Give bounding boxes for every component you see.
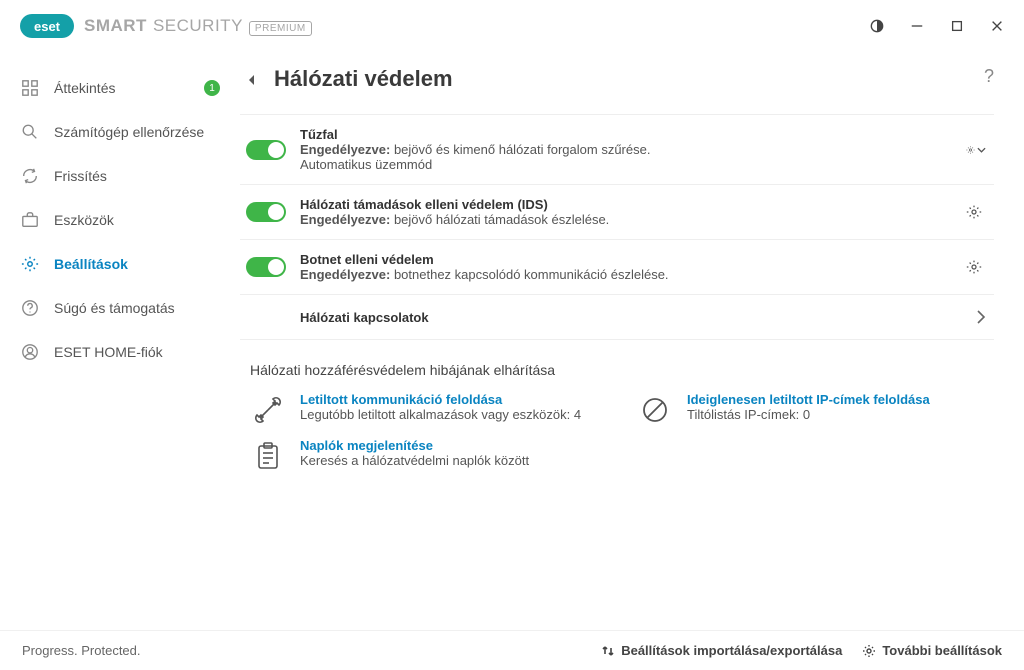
- sidebar-item-label: Frissítés: [54, 168, 107, 184]
- brand-text: SMART SECURITY PREMIUM: [84, 16, 312, 36]
- sidebar-item-label: Beállítások: [54, 256, 128, 272]
- ts-title: Naplók megjelenítése: [300, 438, 529, 453]
- window-controls: [868, 17, 1014, 35]
- chevron-right-icon: [976, 309, 986, 325]
- row-firewall: Tűzfal Engedélyezve: bejövő és kimenő há…: [240, 115, 994, 185]
- ts-unblock-comm[interactable]: Letiltott kommunikáció feloldása Legutób…: [250, 392, 607, 428]
- brand: eset SMART SECURITY PREMIUM: [20, 14, 312, 38]
- row-sub: Engedélyezve: bejövő hálózati támadások …: [300, 212, 966, 227]
- ts-sub: Keresés a hálózatvédelmi naplók között: [300, 453, 529, 468]
- overview-badge: 1: [204, 80, 220, 96]
- user-icon: [20, 342, 40, 362]
- ts-title: Ideiglenesen letiltott IP-címek feloldás…: [687, 392, 930, 407]
- footer-action-label: További beállítások: [882, 643, 1002, 658]
- sidebar-item-label: Súgó és támogatás: [54, 300, 175, 316]
- close-button[interactable]: [988, 17, 1006, 35]
- sidebar-item-help[interactable]: Súgó és támogatás: [0, 286, 240, 330]
- footer-tagline: Progress. Protected.: [22, 643, 141, 658]
- briefcase-icon: [20, 210, 40, 230]
- minimize-button[interactable]: [908, 17, 926, 35]
- row-sub: Engedélyezve: bejövő és kimenő hálózati …: [300, 142, 966, 157]
- contrast-icon[interactable]: [868, 17, 886, 35]
- ts-sub: Tiltólistás IP-címek: 0: [687, 407, 930, 422]
- eset-logo: eset: [20, 14, 74, 38]
- footer-advanced-settings[interactable]: További beállítások: [862, 643, 1002, 658]
- row-gear-ids[interactable]: [966, 204, 986, 220]
- sidebar-item-overview[interactable]: Áttekintés 1: [0, 66, 240, 110]
- ts-sub: Legutóbb letiltott alkalmazások vagy esz…: [300, 407, 581, 422]
- ts-unblock-ip[interactable]: Ideiglenesen letiltott IP-címek feloldás…: [637, 392, 994, 428]
- toggle-botnet[interactable]: [246, 257, 286, 277]
- row-title: Hálózati támadások elleni védelem (IDS): [300, 197, 966, 212]
- row-title: Botnet elleni védelem: [300, 252, 966, 267]
- toggle-firewall[interactable]: [246, 140, 286, 160]
- chevron-down-icon: [977, 142, 986, 158]
- link-row-label: Hálózati kapcsolatok: [300, 310, 976, 325]
- block-icon: [637, 392, 673, 428]
- sidebar-item-tools[interactable]: Eszközök: [0, 198, 240, 242]
- footer-import-export[interactable]: Beállítások importálása/exportálása: [601, 643, 842, 658]
- help-button[interactable]: ?: [984, 66, 994, 87]
- page-title: Hálózati védelem: [274, 66, 453, 92]
- sidebar-item-label: ESET HOME-fiók: [54, 344, 163, 360]
- svg-text:eset: eset: [34, 19, 61, 34]
- clipboard-icon: [250, 438, 286, 474]
- premium-badge: PREMIUM: [249, 21, 312, 36]
- titlebar: eset SMART SECURITY PREMIUM: [0, 0, 1024, 52]
- row-sub: Engedélyezve: botnethez kapcsolódó kommu…: [300, 267, 966, 282]
- row-gear-firewall[interactable]: [966, 142, 986, 158]
- row-botnet: Botnet elleni védelem Engedélyezve: botn…: [240, 240, 994, 295]
- footer-action-label: Beállítások importálása/exportálása: [621, 643, 842, 658]
- row-mode: Automatikus üzemmód: [300, 157, 966, 172]
- help-icon: [20, 298, 40, 318]
- wrench-icon: [250, 392, 286, 428]
- sidebar-item-label: Áttekintés: [54, 80, 115, 96]
- sidebar-item-update[interactable]: Frissítés: [0, 154, 240, 198]
- ts-title: Letiltott kommunikáció feloldása: [300, 392, 581, 407]
- back-arrow-icon[interactable]: [246, 73, 258, 85]
- row-title: Tűzfal: [300, 127, 966, 142]
- row-network-connections[interactable]: Hálózati kapcsolatok: [240, 295, 994, 339]
- troubleshoot-title: Hálózati hozzáférésvédelem hibájának elh…: [250, 362, 994, 378]
- maximize-button[interactable]: [948, 17, 966, 35]
- refresh-icon: [20, 166, 40, 186]
- toggle-ids[interactable]: [246, 202, 286, 222]
- gear-icon: [20, 254, 40, 274]
- overview-icon: [20, 78, 40, 98]
- search-icon: [20, 122, 40, 142]
- brand-word-2: SECURITY: [153, 16, 243, 36]
- row-ids: Hálózati támadások elleni védelem (IDS) …: [240, 185, 994, 240]
- footer: Progress. Protected. Beállítások importá…: [0, 630, 1024, 670]
- brand-word-1: SMART: [84, 16, 147, 36]
- gear-icon: [862, 644, 876, 658]
- sidebar-item-label: Számítógép ellenőrzése: [54, 124, 204, 140]
- sidebar: Áttekintés 1 Számítógép ellenőrzése Fris…: [0, 52, 240, 630]
- sidebar-item-scan[interactable]: Számítógép ellenőrzése: [0, 110, 240, 154]
- sidebar-item-settings[interactable]: Beállítások: [0, 242, 240, 286]
- import-export-icon: [601, 644, 615, 658]
- troubleshoot-grid: Letiltott kommunikáció feloldása Legutób…: [240, 392, 994, 474]
- ts-show-logs[interactable]: Naplók megjelenítése Keresés a hálózatvé…: [250, 438, 607, 474]
- row-gear-botnet[interactable]: [966, 259, 986, 275]
- sidebar-item-account[interactable]: ESET HOME-fiók: [0, 330, 240, 374]
- protection-panel: Tűzfal Engedélyezve: bejövő és kimenő há…: [240, 114, 994, 340]
- main: ? Hálózati védelem Tűzfal Engedélyezve: …: [240, 52, 1024, 630]
- sidebar-item-label: Eszközök: [54, 212, 114, 228]
